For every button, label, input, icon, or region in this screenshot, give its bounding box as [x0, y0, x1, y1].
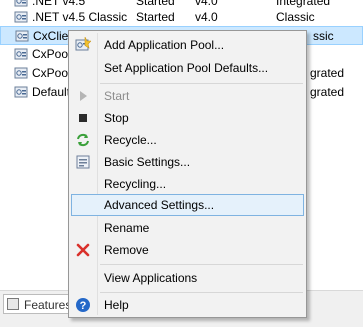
pool-row[interactable]: .NET v4.5 Classic Started v4.0 Classic: [0, 8, 363, 27]
pool-version: v4.0: [195, 10, 218, 24]
menu-item-label: Remove: [104, 243, 149, 257]
app-pool-icon: [14, 0, 28, 7]
app-pool-icon: [14, 48, 28, 60]
menu-item-label: Help: [104, 298, 129, 312]
pool-version: v4.0: [195, 0, 218, 8]
menu-item-rename[interactable]: Rename: [71, 217, 304, 239]
features-view-tab[interactable]: Features: [3, 294, 72, 314]
stop-icon: [79, 114, 87, 122]
recycle-icon: [77, 133, 89, 147]
menu-separator: [100, 264, 303, 265]
app-pool-icon: [14, 86, 28, 98]
pool-status: Started: [136, 10, 175, 24]
pool-pipeline: Integrated: [276, 0, 331, 8]
pool-name: CxPool: [32, 47, 71, 61]
help-icon: ?: [76, 298, 90, 312]
app-pool-icon: [14, 67, 28, 79]
menu-item-label: View Applications: [104, 271, 198, 285]
menu-item-advanced-settings[interactable]: Advanced Settings...: [71, 194, 304, 216]
pool-pipeline: Classic: [276, 10, 315, 24]
app-pool-icon: [14, 11, 28, 23]
menu-item-label: Basic Settings...: [104, 155, 191, 169]
pool-name: .NET v4.5: [32, 0, 86, 8]
settings-icon: [76, 155, 90, 169]
menu-item-label: Set Application Pool Defaults...: [104, 61, 269, 75]
play-icon: [80, 91, 87, 101]
features-icon: [7, 298, 19, 310]
svg-text:?: ?: [80, 300, 87, 312]
menu-item-recycling[interactable]: Recycling...: [71, 173, 304, 195]
pool-name: .NET v4.5 Classic: [32, 10, 128, 24]
menu-separator: [100, 292, 303, 293]
menu-item-label: Rename: [104, 221, 150, 235]
menu-item-recycle[interactable]: Recycle...: [71, 129, 304, 151]
menu-item-label: Advanced Settings...: [104, 198, 215, 212]
menu-item-help[interactable]: ? Help: [71, 294, 304, 316]
menu-item-basic-settings[interactable]: Basic Settings...: [71, 151, 304, 173]
pool-pipeline: grated: [310, 66, 345, 80]
menu-item-start[interactable]: Start: [71, 85, 304, 107]
pool-pipeline: grated: [310, 85, 345, 99]
pool-pipeline: ssic: [313, 29, 334, 43]
menu-item-label: Add Application Pool...: [104, 38, 225, 52]
pool-name: Default: [32, 85, 71, 99]
menu-item-add-application-pool[interactable]: Add Application Pool...: [71, 34, 304, 56]
features-tab-label: Features: [24, 298, 72, 312]
menu-item-label: Recycling...: [104, 177, 167, 191]
app-pool-icon: [15, 30, 29, 42]
menu-item-remove[interactable]: Remove: [71, 239, 304, 261]
menu-item-stop[interactable]: Stop: [71, 107, 304, 129]
menu-item-label: Stop: [104, 111, 129, 125]
pool-name: CxPool: [32, 66, 71, 80]
remove-icon: [76, 243, 90, 257]
menu-item-set-pool-defaults[interactable]: Set Application Pool Defaults...: [71, 57, 304, 79]
menu-separator: [100, 83, 303, 84]
menu-item-label: Start: [104, 89, 130, 103]
menu-item-view-applications[interactable]: View Applications: [71, 267, 304, 289]
pool-status: Started: [136, 0, 175, 8]
menu-item-label: Recycle...: [104, 133, 157, 147]
add-pool-icon: [75, 37, 91, 51]
context-menu: Add Application Pool... Set Application …: [68, 30, 307, 318]
